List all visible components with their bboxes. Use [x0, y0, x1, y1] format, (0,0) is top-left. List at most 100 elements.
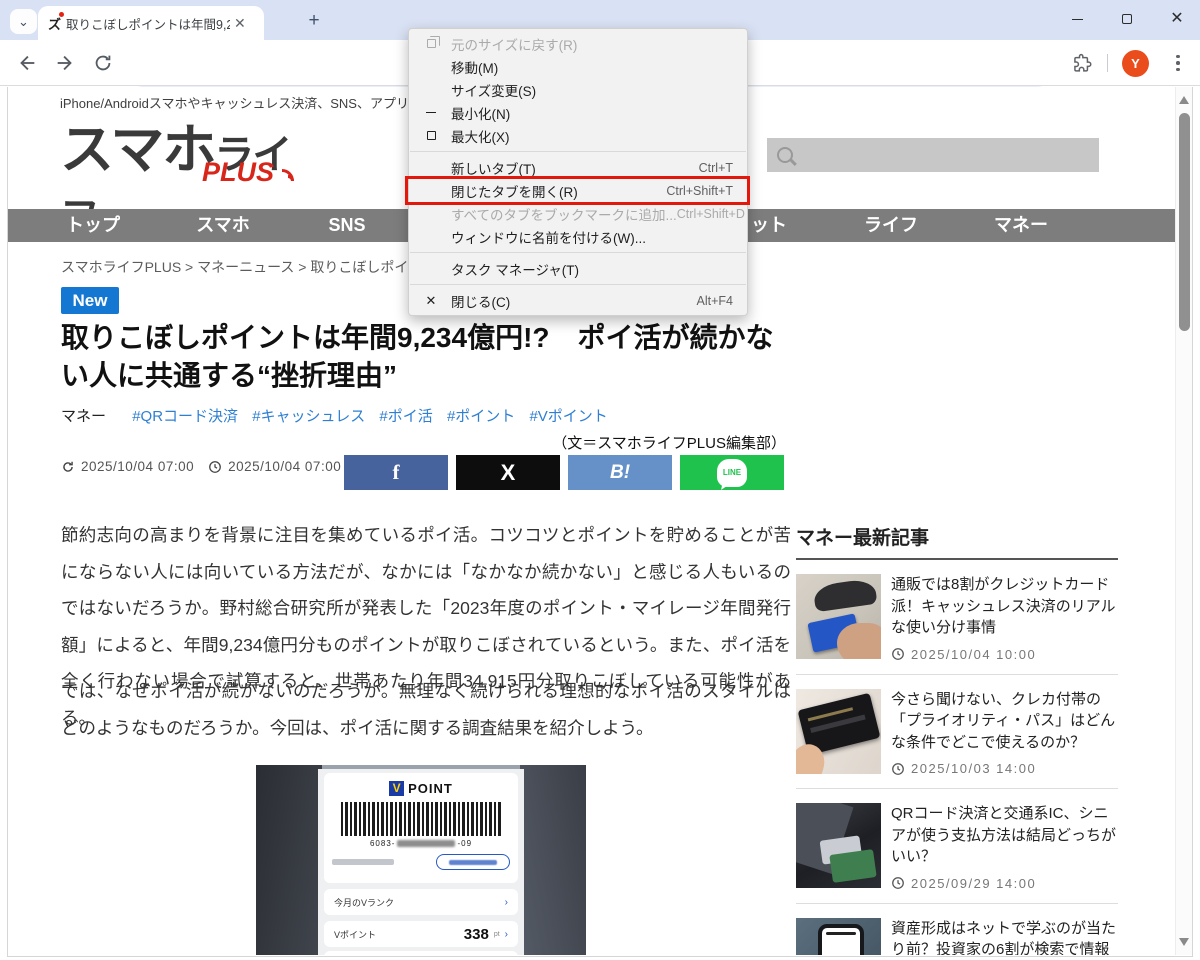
- clock-icon: [891, 647, 905, 661]
- back-icon[interactable]: [16, 52, 38, 74]
- menu-item-maximize[interactable]: 最大化(X): [409, 124, 747, 147]
- tab-favicon: ズ: [48, 14, 66, 33]
- menu-item-name-window[interactable]: ウィンドウに名前を付ける(W)...: [409, 225, 747, 248]
- scroll-up-arrow[interactable]: [1179, 96, 1189, 104]
- hatena-share-button[interactable]: B!: [568, 455, 672, 490]
- maximize-icon: [423, 131, 439, 140]
- line-icon: LINE: [717, 459, 747, 487]
- restore-icon: [423, 39, 439, 48]
- article-byline: （文＝スマホライフPLUS編集部）: [552, 432, 786, 453]
- menu-item-resize[interactable]: サイズ変更(S): [409, 78, 747, 101]
- menu-separator: [410, 284, 746, 285]
- minimize-icon: [1072, 19, 1083, 20]
- paragraph: では、なぜポイ活が続かないのだろうか。無理なく続けられる理想的なポイ活のスタイル…: [61, 673, 791, 746]
- tab-search-button[interactable]: ⌄: [10, 9, 37, 34]
- clock-icon: [891, 762, 905, 776]
- reload-icon[interactable]: [92, 52, 114, 74]
- article-thumbnail: [796, 803, 881, 888]
- tab-close-icon[interactable]: ✕: [234, 16, 246, 30]
- extensions-icon[interactable]: [1072, 53, 1092, 73]
- menu-item-new-tab[interactable]: 新しいタブ(T)Ctrl+T: [409, 156, 747, 179]
- tag-link[interactable]: #Vポイント: [529, 408, 607, 425]
- window-context-menu: 元のサイズに戻す(R) 移動(M) サイズ変更(S) 最小化(N) 最大化(X)…: [408, 28, 748, 316]
- switch-display-button: [436, 854, 510, 870]
- article-thumbnail: [796, 689, 881, 774]
- nav-item-money[interactable]: マネー: [994, 209, 1048, 242]
- tag-link[interactable]: #キャッシュレス: [252, 408, 365, 425]
- nav-item-sumaho[interactable]: スマホ: [196, 209, 249, 242]
- scrollbar-thumb[interactable]: [1179, 113, 1190, 331]
- minimize-icon: [423, 112, 439, 113]
- favicon-dot: [59, 12, 64, 17]
- phone-screen: POINT 6083--09 今月のVランク›: [318, 769, 524, 955]
- toolbar-divider: [1107, 54, 1108, 72]
- tag-link[interactable]: #QRコード決済: [132, 408, 238, 425]
- menu-item-move[interactable]: 移動(M): [409, 55, 747, 78]
- blurred-timestamp: [332, 859, 394, 865]
- breadcrumb[interactable]: スマホライフPLUS > マネーニュース > 取りこぼしポイント: [61, 257, 436, 277]
- article-title: 取りこぼしポイントは年間9,234億円!? ポイ活が続かない人に共通する“挫折理…: [61, 319, 801, 395]
- window-controls: ✕: [1066, 8, 1188, 30]
- tab-title: 取りこぼしポイントは年間9,234億円: [66, 14, 230, 33]
- sidebar-article[interactable]: QRコード決済と交通系IC、シニアが使う支払方法は結局どっちがいい？ 2025/…: [796, 789, 1118, 904]
- sidebar-article-date: 2025/10/03 14:00: [891, 761, 1118, 776]
- signal-icon: [276, 163, 296, 183]
- article-image-vpoint: POINT 6083--09 今月のVランク›: [256, 765, 586, 955]
- maximize-icon: [1122, 14, 1132, 24]
- sidebar-article-title[interactable]: QRコード決済と交通系IC、シニアが使う支払方法は結局どっちがいい？: [891, 803, 1118, 868]
- sidebar-article[interactable]: 資産形成はネットで学ぶのが当たり前？投資家の6割が検索で情報収集: [796, 904, 1118, 956]
- window-minimize-button[interactable]: [1066, 8, 1088, 30]
- window-close-button[interactable]: ✕: [1166, 8, 1188, 30]
- phone-edge: [520, 765, 586, 955]
- tag-link[interactable]: #ポイ活: [379, 408, 432, 425]
- menu-item-reopen-closed-tab[interactable]: 閉じたタブを開く(R)Ctrl+Shift+T: [409, 179, 747, 202]
- clock-icon: [891, 876, 905, 890]
- sidebar-article-title[interactable]: 通販では8割がクレジットカード派！キャッシュレス決済のリアルな使い分け事情: [891, 574, 1118, 639]
- line-share-button[interactable]: LINE: [680, 455, 784, 490]
- nav-item-life[interactable]: ライフ: [864, 209, 918, 242]
- sidebar-article-title[interactable]: 資産形成はネットで学ぶのが当たり前？投資家の6割が検索で情報収集: [891, 918, 1118, 956]
- x-share-button[interactable]: X: [456, 455, 560, 490]
- sidebar-article-date: 2025/09/29 14:00: [891, 876, 1118, 891]
- tag-link[interactable]: #ポイント: [447, 408, 515, 425]
- category-label[interactable]: マネー: [61, 408, 106, 425]
- updated-date: 2025/10/04 07:00: [228, 459, 341, 474]
- monthly-vpoint-row: 今月中のVポイント+11.4% 2,900pt›: [324, 951, 518, 955]
- barcode-number: 6083--09: [324, 839, 518, 848]
- article-thumbnail: [796, 574, 881, 659]
- barcode: [341, 802, 501, 836]
- scroll-down-arrow[interactable]: [1179, 938, 1189, 946]
- vrank-row: 今月のVランク›: [324, 889, 518, 915]
- menu-item-bookmark-all-tabs: すべてのタブをブックマークに追加...Ctrl+Shift+D: [409, 202, 747, 225]
- article-meta: マネー #QRコード決済 #キャッシュレス #ポイ活 #ポイント #Vポイント: [61, 405, 618, 426]
- share-buttons: f X B! LINE: [344, 455, 784, 490]
- close-icon: ✕: [423, 294, 439, 307]
- update-icon: [61, 460, 75, 474]
- menu-item-close[interactable]: ✕ 閉じる(C)Alt+F4: [409, 289, 747, 312]
- nav-item-gadget[interactable]: ット: [751, 209, 787, 242]
- menu-item-restore: 元のサイズに戻す(R): [409, 32, 747, 55]
- facebook-share-button[interactable]: f: [344, 455, 448, 490]
- logo-plus-text: PLUS: [202, 157, 274, 188]
- window-maximize-button[interactable]: [1116, 8, 1138, 30]
- site-search-input[interactable]: [767, 138, 1099, 172]
- sidebar-article-title[interactable]: 今さら聞けない、クレカ付帯の「プライオリティ・パス」はどんな条件でどこで使えるの…: [891, 689, 1118, 754]
- sidebar-article[interactable]: 今さら聞けない、クレカ付帯の「プライオリティ・パス」はどんな条件でどこで使えるの…: [796, 675, 1118, 790]
- vpoint-row: Vポイント 338pt›: [324, 921, 518, 947]
- nav-item-top[interactable]: トップ: [66, 209, 120, 242]
- forward-icon[interactable]: [54, 52, 76, 74]
- sidebar-heading: マネー最新記事: [796, 523, 1118, 560]
- page-scrollbar[interactable]: [1175, 87, 1192, 955]
- menu-item-task-manager[interactable]: タスク マネージャ(T): [409, 257, 747, 280]
- menu-item-minimize[interactable]: 最小化(N): [409, 101, 747, 124]
- clock-icon: [208, 460, 222, 474]
- chrome-menu-icon[interactable]: [1170, 51, 1186, 75]
- vpoint-logo-icon: [389, 781, 404, 796]
- sidebar-article-date: 2025/10/04 10:00: [891, 647, 1118, 662]
- sidebar-article[interactable]: 通販では8割がクレジットカード派！キャッシュレス決済のリアルな使い分け事情 20…: [796, 560, 1118, 675]
- vpoint-barcode-card: POINT 6083--09: [324, 773, 518, 883]
- nav-item-sns[interactable]: SNS: [328, 209, 365, 242]
- active-tab[interactable]: ズ 取りこぼしポイントは年間9,234億円 ✕: [38, 6, 264, 40]
- new-tab-button[interactable]: +: [300, 8, 328, 34]
- profile-avatar[interactable]: Y: [1122, 50, 1149, 77]
